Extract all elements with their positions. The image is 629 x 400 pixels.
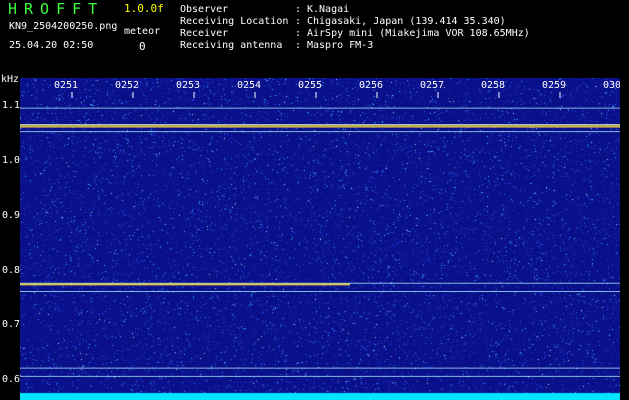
x-tick-label: 0253 <box>176 80 201 91</box>
x-tick-label: 0259 <box>542 80 567 91</box>
meteor-echo-0 <box>20 124 620 128</box>
x-tick-label: 0251 <box>54 80 79 91</box>
meta-value: Chigasaki, Japan (139.414 35.340) <box>307 16 506 27</box>
meta-row-observer: Observer : K.Nagai <box>180 4 349 16</box>
meteor-count-value: 0 <box>139 40 146 53</box>
meteor-echo-1 <box>20 283 350 286</box>
meta-row-location: Receiving Location : Chigasaki, Japan (1… <box>180 16 506 28</box>
meta-value: Maspro FM-3 <box>307 40 374 51</box>
x-tick-label: 0254 <box>237 80 262 91</box>
meta-row-antenna: Receiving antenna : Maspro FM-3 <box>180 40 373 52</box>
y-tick-label: 0.8 <box>2 264 21 276</box>
filename-label: KN9_2504200250.png <box>9 21 118 32</box>
meta-key: Receiving antenna <box>180 40 283 51</box>
meta-separator: : <box>295 40 302 51</box>
meta-separator: : <box>295 28 302 39</box>
y-tick-label: 1.1 <box>2 100 21 112</box>
meteor-count-label: meteor <box>124 26 161 37</box>
header-panel: HROFFT 1.0.0f KN9_2504200250.png meteor … <box>0 0 629 78</box>
x-tick-label: 0257 <box>420 80 445 91</box>
meta-key: Receiver <box>180 28 229 39</box>
x-tick-label: 0258 <box>481 80 506 91</box>
meta-key: Observer <box>180 4 229 15</box>
x-tick-label: 0252 <box>115 80 140 91</box>
meta-separator: : <box>295 16 302 27</box>
x-tick-label: 0255 <box>298 80 323 91</box>
y-tick-label: 0.9 <box>2 209 21 221</box>
spectrogram-plot: 0251 0252 0253 0254 0255 0256 0257 0258 0259 0300 <box>20 78 620 400</box>
version-label: 1.0.0f <box>124 2 164 15</box>
timestamp-label: 25.04.20 02:50 <box>9 40 94 51</box>
x-tick-label: 0256 <box>359 80 384 91</box>
app-brand: HROFFT <box>8 0 105 18</box>
meta-value: K.Nagai <box>307 4 350 15</box>
meta-key: Receiving Location <box>180 16 289 27</box>
y-tick-label: 0.6 <box>2 374 21 386</box>
signal-layer <box>20 92 620 377</box>
meta-value: AirSpy mini (Miakejima VOR 108.65MHz) <box>307 28 530 39</box>
y-tick-label: 0.7 <box>2 319 21 331</box>
x-tick-label: 0300 <box>603 80 620 91</box>
meta-separator: : <box>295 4 302 15</box>
meta-row-receiver: Receiver : AirSpy mini (Miakejima VOR 10… <box>180 28 530 40</box>
y-tick-label: 1.0 <box>2 155 21 167</box>
y-axis-unit-label: kHz <box>1 74 20 85</box>
